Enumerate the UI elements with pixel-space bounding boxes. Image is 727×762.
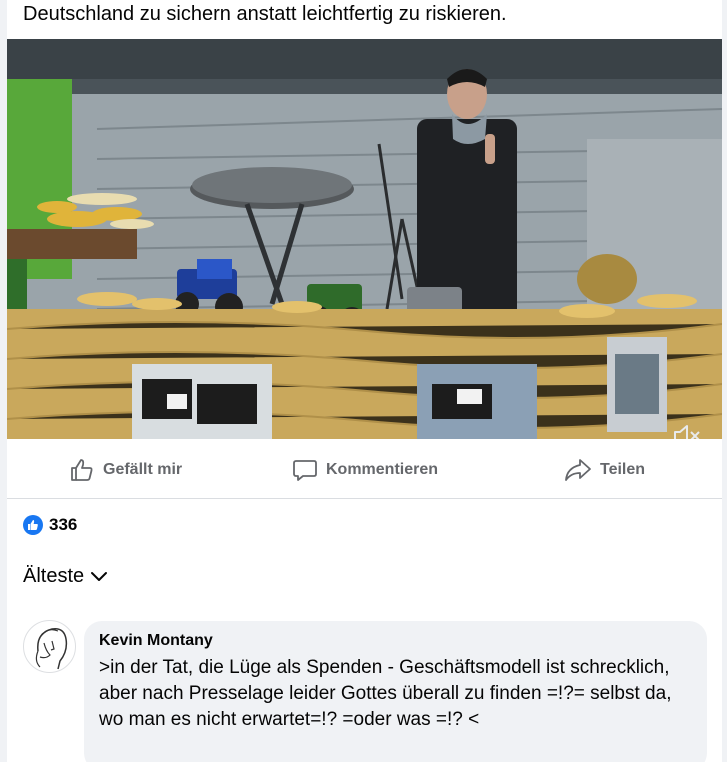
comment-bubble-icon [293, 460, 317, 481]
reactions-summary[interactable]: 336 [23, 515, 77, 535]
thumbs-up-icon [23, 515, 43, 535]
right-frame-border [722, 0, 727, 762]
left-frame-border [0, 0, 7, 762]
comment-button[interactable]: Kommentieren [292, 441, 438, 499]
post-action-bar: Gefällt mir Kommentieren Teilen [7, 441, 722, 499]
share-label: Teilen [600, 461, 646, 478]
chevron-down-icon [91, 571, 108, 581]
avatar-sketch-image [35, 627, 68, 670]
comment-author[interactable]: Kevin Montany [99, 631, 693, 651]
reaction-count: 336 [49, 515, 78, 534]
sort-label: Älteste [23, 565, 85, 587]
share-button[interactable]: Teilen [564, 441, 645, 499]
speaker-mute-icon [674, 425, 700, 439]
thumbs-up-outline-icon [71, 459, 93, 481]
avatar[interactable] [23, 620, 76, 673]
comment-bubble: Kevin Montany >in der Tat, die Lüge als … [84, 621, 707, 762]
comment-text: >in der Tat, die Lüge als Spenden - Gesc… [99, 657, 672, 730]
comment-sort-dropdown[interactable]: Älteste [23, 565, 108, 588]
mute-button[interactable] [669, 419, 703, 439]
video-player[interactable] [7, 39, 722, 439]
comment-label: Kommentieren [326, 461, 439, 478]
share-arrow-icon [565, 459, 591, 481]
post-text: Deutschland zu sichern anstatt leichtfer… [23, 3, 507, 25]
like-label: Gefällt mir [103, 461, 183, 478]
like-button[interactable]: Gefällt mir [69, 441, 182, 499]
video-frame [7, 39, 722, 439]
